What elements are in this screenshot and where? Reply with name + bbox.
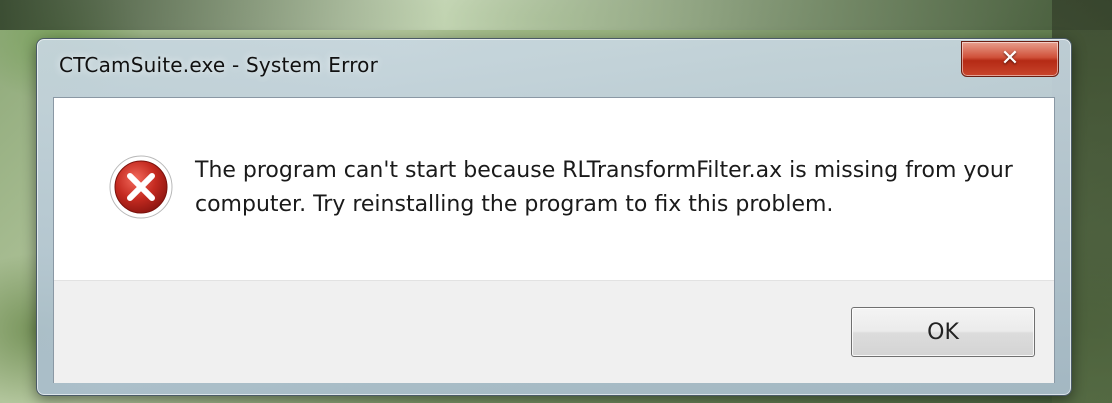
system-error-dialog: CTCamSuite.exe - System Error ✕ The prog… [36, 38, 1072, 396]
message-area: The program can't start because RLTransf… [54, 98, 1054, 280]
error-message: The program can't start because RLTransf… [195, 158, 1013, 217]
ok-button[interactable]: OK [851, 307, 1035, 357]
error-icon [109, 155, 173, 219]
dialog-client-area: The program can't start because RLTransf… [53, 97, 1055, 383]
close-button[interactable]: ✕ [961, 41, 1059, 77]
window-title: CTCamSuite.exe - System Error [59, 53, 379, 77]
close-icon: ✕ [1000, 46, 1020, 71]
title-bar[interactable]: CTCamSuite.exe - System Error ✕ [37, 39, 1071, 97]
button-bar: OK [54, 280, 1054, 383]
